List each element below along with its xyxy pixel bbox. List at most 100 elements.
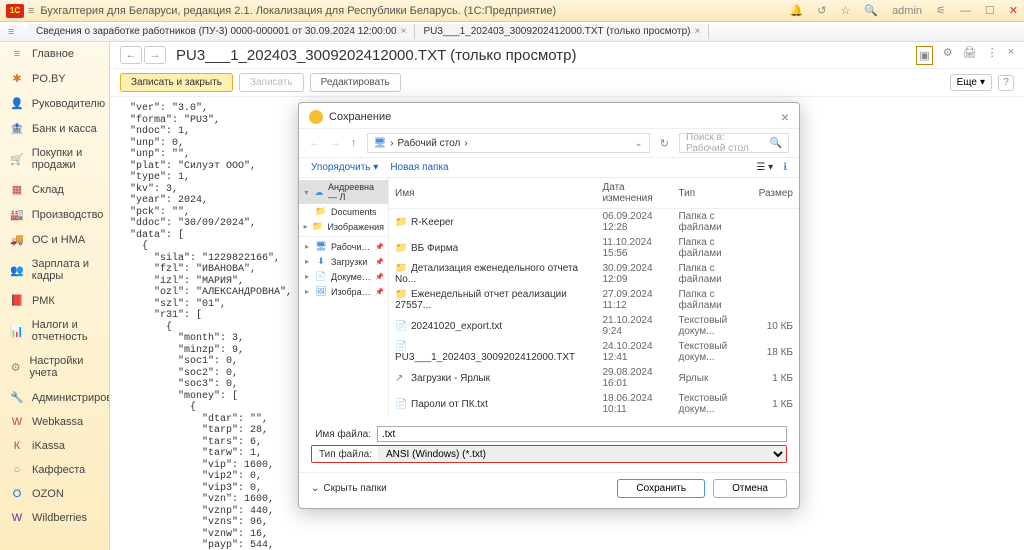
sidebar-label: Настройки учета	[29, 355, 99, 379]
history-icon[interactable]: ↺	[817, 4, 826, 17]
new-folder-button[interactable]: Новая папка	[390, 162, 448, 173]
sidebar-icon: 🔧	[10, 391, 24, 404]
file-row[interactable]: 📄PU3___1_202403_3009202412000.TXT24.10.2…	[389, 339, 799, 365]
menu-icon[interactable]: ≡	[28, 5, 34, 17]
sidebar-label: Руководителю	[32, 98, 105, 110]
file-row[interactable]: ↗Загрузки - Ярлык29.08.2024 16:01Ярлык1 …	[389, 365, 799, 391]
sidebar-item[interactable]: 🏭Производство	[0, 202, 109, 227]
breadcrumb[interactable]: 🖥 › Рабочий стол › ⌄	[367, 133, 650, 153]
info-icon[interactable]: ℹ	[783, 162, 787, 173]
sidebar-item[interactable]: ⚙Настройки учета	[0, 349, 109, 385]
sidebar-item[interactable]: ○Каффеста	[0, 458, 109, 482]
sidebar-item[interactable]: 📕РМК	[0, 288, 109, 313]
minimize-icon[interactable]: —	[960, 5, 971, 17]
star-icon[interactable]: ☆	[840, 4, 850, 17]
sidebar-label: Webkassa	[32, 416, 83, 428]
close-icon[interactable]: ×	[781, 109, 789, 125]
tree-item[interactable]: 📁Documents	[299, 204, 388, 219]
tree-item[interactable]: ▸⬇Загрузки📌	[299, 254, 388, 269]
sidebar-item[interactable]: 👤Руководителю	[0, 91, 109, 116]
close-icon[interactable]: ×	[694, 26, 700, 37]
up-arrow[interactable]: ↑	[351, 137, 357, 149]
close-icon[interactable]: ×	[1008, 46, 1014, 65]
sidebar-item[interactable]: КiKassa	[0, 434, 109, 458]
col-size[interactable]: Размер	[753, 178, 799, 209]
col-type[interactable]: Тип	[672, 178, 752, 209]
filetype-select[interactable]: ANSI (Windows) (*.txt)	[378, 446, 786, 462]
link-icon[interactable]: 🖨	[963, 46, 977, 65]
sidebar-item[interactable]: ▦Склад	[0, 177, 109, 202]
organize-menu[interactable]: Упорядочить ▾	[311, 162, 378, 173]
sidebar-item[interactable]: 📊Налоги и отчетность	[0, 313, 109, 349]
file-icon: 📁	[395, 217, 407, 228]
file-row[interactable]: 📁Еженедельный отчет реализации 27557...2…	[389, 287, 799, 313]
options-icon[interactable]: ⚟	[936, 4, 946, 17]
help-button[interactable]: ?	[998, 75, 1014, 91]
tree-item[interactable]: ▾☁Андреевна — Л	[299, 180, 388, 204]
file-row[interactable]: 📄Пароли от ПК.txt18.06.2024 10:11Текстов…	[389, 391, 799, 417]
view-icon[interactable]: ▣	[916, 46, 932, 65]
filetype-label: Тип файла:	[312, 449, 372, 460]
cancel-button[interactable]: Отмена	[713, 479, 787, 498]
bell-icon[interactable]: 🔔	[790, 4, 804, 17]
chevron-down-icon: ⌄	[311, 483, 319, 494]
tabs-bar: ≡ Сведения о заработке работников (ПУ-3)…	[0, 22, 1024, 42]
file-list: Имя Дата изменения Тип Размер 📁R-Keeper0…	[389, 178, 799, 417]
burger-icon[interactable]: ≡	[8, 26, 14, 38]
search-icon[interactable]: 🔍	[864, 4, 878, 17]
forward-arrow: →	[330, 137, 341, 149]
file-row[interactable]: 📁Детализация еженедельного отчета No...3…	[389, 261, 799, 287]
tree-item[interactable]: ▸🖼Изображени📌	[299, 284, 388, 299]
sidebar-item[interactable]: WWebkassa	[0, 410, 109, 434]
search-input[interactable]: Поиск в: Рабочий стол🔍	[679, 133, 789, 153]
sidebar-item[interactable]: ✱PO.BY	[0, 66, 109, 91]
tree-item[interactable]: ▸📁Изображения	[299, 219, 388, 234]
sidebar-item[interactable]: OOZON	[0, 482, 109, 506]
view-icon[interactable]: ☰ ▾	[756, 162, 773, 173]
more-button[interactable]: Еще ▾	[950, 74, 992, 91]
col-name[interactable]: Имя	[389, 178, 596, 209]
sidebar-icon: 👥	[10, 264, 24, 277]
sidebar-item[interactable]: ≡Главное	[0, 42, 109, 66]
tab-pu3-txt[interactable]: PU3___1_202403_3009202412000.TXT (только…	[415, 24, 709, 39]
filename-input[interactable]	[377, 426, 787, 442]
forward-button[interactable]: →	[144, 46, 166, 64]
user-label[interactable]: admin	[892, 5, 922, 17]
close-icon[interactable]: ✕	[1009, 4, 1018, 17]
save-button[interactable]: Сохранить	[617, 479, 705, 498]
sidebar-item[interactable]: 🔧Администрирование	[0, 385, 109, 410]
chevron-down-icon: ▾	[980, 77, 985, 88]
sidebar-label: PO.BY	[32, 73, 66, 85]
maximize-icon[interactable]: ☐	[985, 4, 995, 17]
tree-item[interactable]: ▸📄Документы📌	[299, 269, 388, 284]
col-date[interactable]: Дата изменения	[596, 178, 672, 209]
file-row[interactable]: 📁R-Keeper06.09.2024 12:28Папка с файлами	[389, 209, 799, 236]
close-icon[interactable]: ×	[401, 26, 407, 37]
sidebar-item[interactable]: 🏦Банк и касса	[0, 116, 109, 141]
sidebar-item[interactable]: 🚚ОС и НМА	[0, 227, 109, 252]
chevron-down-icon[interactable]: ⌄	[634, 138, 642, 149]
refresh-icon[interactable]: ↻	[660, 137, 669, 150]
file-row[interactable]: 📄20241020_export.txt21.10.2024 9:24Текст…	[389, 313, 799, 339]
save-button[interactable]: Записать	[239, 73, 304, 92]
sidebar-item[interactable]: 🛒Покупки и продажи	[0, 141, 109, 177]
sidebar-icon: 📊	[10, 325, 24, 338]
sidebar-label: iKassa	[32, 440, 65, 452]
save-dialog: Сохранение × ← → ↑ 🖥 › Рабочий стол › ⌄ …	[298, 102, 800, 509]
sidebar-item[interactable]: 👥Зарплата и кадры	[0, 252, 109, 288]
hide-folders-toggle[interactable]: ⌄ Скрыть папки	[311, 483, 387, 494]
edit-button[interactable]: Редактировать	[310, 73, 401, 92]
save-close-button[interactable]: Записать и закрыть	[120, 73, 233, 92]
sidebar-item[interactable]: WWildberries	[0, 506, 109, 530]
sidebar-label: Банк и касса	[32, 123, 97, 135]
file-row[interactable]: 📁ВБ Фирма11.10.2024 15:56Папка с файлами	[389, 235, 799, 261]
tree-item[interactable]: ▸🖥Рабочий сто📌	[299, 239, 388, 254]
back-button[interactable]: ←	[120, 46, 142, 64]
gear-icon[interactable]: ⚙	[943, 46, 953, 65]
file-icon: 📄	[395, 321, 407, 332]
tab-pu3-info[interactable]: Сведения о заработке работников (ПУ-3) 0…	[28, 24, 415, 39]
sidebar-label: Производство	[32, 209, 104, 221]
sidebar-label: РМК	[32, 295, 55, 307]
sidebar-icon: 🛒	[10, 153, 24, 166]
more-icon[interactable]: ⋮	[987, 46, 998, 65]
